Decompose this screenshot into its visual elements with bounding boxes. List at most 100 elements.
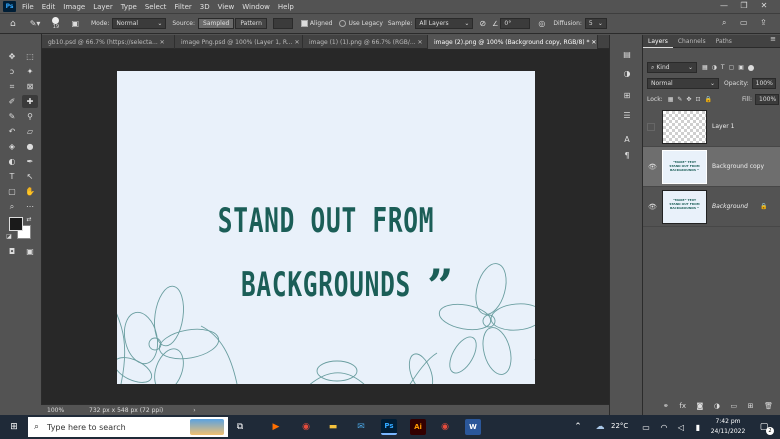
ignore-adjustment-icon[interactable]: ⊘ bbox=[479, 19, 486, 28]
minimize-button[interactable]: — bbox=[714, 1, 734, 10]
default-colors-icon[interactable]: ◪ bbox=[5, 232, 13, 240]
kind-filter-select[interactable]: ⌕ Kind ⌄ bbox=[647, 62, 697, 73]
new-layer-icon[interactable]: ⊞ bbox=[748, 402, 754, 410]
layer-name[interactable]: Layer 1 bbox=[712, 123, 734, 130]
temperature[interactable]: 22°C bbox=[611, 422, 628, 430]
google-meet-icon[interactable]: ▶ bbox=[268, 419, 284, 435]
menu-filter[interactable]: Filter bbox=[174, 3, 191, 11]
windows-start-icon[interactable]: ⊞ bbox=[6, 419, 22, 435]
eyedropper-tool-icon[interactable]: ✐ bbox=[4, 95, 20, 108]
layer-name[interactable]: Background bbox=[712, 203, 748, 210]
zoom-level[interactable]: 100% bbox=[47, 407, 83, 414]
marquee-tool-icon[interactable]: ⬚ bbox=[22, 50, 38, 63]
lock-position-icon[interactable]: ✥ bbox=[686, 96, 691, 103]
menu-file[interactable]: File bbox=[22, 3, 34, 11]
menu-view[interactable]: View bbox=[218, 3, 235, 11]
layer-row-background[interactable]: 👁 “MAKE” TEXT STAND OUT FROM BACKGROUNDS… bbox=[643, 187, 780, 227]
lock-artboard-icon[interactable]: ⊡ bbox=[695, 96, 700, 103]
eraser-tool-icon[interactable]: ▱ bbox=[22, 125, 38, 138]
pattern-picker-icon[interactable] bbox=[272, 18, 293, 29]
brush-tool-icon[interactable]: ✎ bbox=[4, 110, 20, 123]
zoom-tool-icon[interactable]: ⌕ bbox=[4, 200, 20, 213]
brush-preview-icon[interactable]: 19 bbox=[52, 17, 60, 30]
crop-tool-icon[interactable]: ⌗ bbox=[4, 80, 20, 93]
mode-select[interactable]: Normal ⌄ bbox=[112, 18, 167, 29]
tab-paths[interactable]: Paths bbox=[711, 35, 737, 48]
document-workspace[interactable]: STAND OUT FROM BACKGROUNDS ” bbox=[42, 49, 609, 404]
layer-row-background-copy[interactable]: 👁 “MAKE” TEXT STAND OUT FROM BACKGROUNDS… bbox=[643, 147, 780, 187]
taskbar-search-box[interactable]: ⌕ Type here to search bbox=[28, 417, 228, 437]
blur-tool-icon[interactable]: ● bbox=[22, 140, 38, 153]
tab-channels[interactable]: Channels bbox=[673, 35, 711, 48]
layer-name[interactable]: Background copy bbox=[712, 163, 764, 170]
foreground-color-swatch[interactable] bbox=[9, 217, 23, 231]
chrome-icon[interactable]: ◉ bbox=[298, 419, 314, 435]
status-menu-arrow[interactable]: › bbox=[193, 407, 195, 414]
eye-icon[interactable]: 👁 bbox=[648, 203, 657, 211]
tab-gb10[interactable]: gb10.psd @ 66.7% (https://selecta... ✕ bbox=[42, 35, 175, 49]
pen-tool-icon[interactable]: ✒ bbox=[22, 155, 38, 168]
tab-layers[interactable]: Layers bbox=[643, 35, 673, 48]
menu-select[interactable]: Select bbox=[145, 3, 167, 11]
chrome-icon[interactable]: ◉ bbox=[437, 419, 453, 435]
new-adjustment-icon[interactable]: ◑ bbox=[714, 402, 720, 410]
clone-source-panel-icon[interactable]: ▣ bbox=[71, 19, 79, 28]
history-brush-tool-icon[interactable]: ↶ bbox=[4, 125, 20, 138]
character-panel-icon[interactable]: A bbox=[619, 133, 635, 146]
menu-layer[interactable]: Layer bbox=[93, 3, 113, 11]
share-icon[interactable]: ⇪ bbox=[760, 18, 767, 27]
opacity-input[interactable]: 100% bbox=[751, 78, 776, 89]
tab-image-png[interactable]: image Png.psd @ 100% (Layer 1, R... ✕ bbox=[175, 35, 303, 49]
battery-icon[interactable]: ▮ bbox=[690, 419, 706, 435]
search-icon[interactable]: ⌕ bbox=[722, 18, 726, 28]
screen-mode-icon[interactable]: ▣ bbox=[22, 245, 38, 258]
libraries-panel-icon[interactable]: ☰ bbox=[619, 109, 635, 122]
source-sampled-button[interactable]: Sampled bbox=[198, 18, 235, 29]
close-button[interactable]: ✕ bbox=[754, 1, 774, 10]
adjustments-panel-icon[interactable]: ◑ bbox=[619, 67, 635, 80]
hand-tool-icon[interactable]: ✋ bbox=[22, 185, 38, 198]
filter-smart-object-icon[interactable]: ▣ bbox=[738, 64, 744, 71]
filter-pixel-icon[interactable]: ▦ bbox=[702, 64, 708, 71]
healing-brush-tool-icon[interactable]: ✚ bbox=[22, 95, 38, 108]
menu-image[interactable]: Image bbox=[63, 3, 85, 11]
paint-bucket-tool-icon[interactable]: ◈ bbox=[4, 140, 20, 153]
wifi-icon[interactable]: ◠ bbox=[656, 419, 672, 435]
visibility-toggle-hidden[interactable] bbox=[647, 122, 655, 131]
filter-toggle-icon[interactable] bbox=[747, 64, 754, 71]
filter-shape-icon[interactable]: ▢ bbox=[729, 64, 735, 71]
network-icon[interactable]: ▭ bbox=[638, 419, 654, 435]
menu-type[interactable]: Type bbox=[121, 3, 137, 11]
tab-image-1-1[interactable]: image (1) (1).png @ 66.7% (RGB/... ✕ bbox=[303, 35, 428, 49]
paragraph-panel-icon[interactable]: ¶ bbox=[619, 149, 635, 162]
speaker-icon[interactable]: ◁ bbox=[673, 419, 689, 435]
tab-image-2[interactable]: image (2).png @ 100% (Background copy, R… bbox=[428, 35, 598, 49]
healing-brush-preset-icon[interactable]: ✎▾ bbox=[30, 19, 41, 28]
home-icon[interactable]: ⌂ bbox=[10, 19, 16, 29]
new-group-icon[interactable]: ▭ bbox=[731, 402, 738, 410]
word-taskbar-icon[interactable]: W bbox=[465, 419, 481, 435]
document-canvas[interactable]: STAND OUT FROM BACKGROUNDS ” bbox=[117, 71, 535, 384]
menu-window[interactable]: Window bbox=[242, 3, 270, 11]
link-layers-icon[interactable]: ⚭ bbox=[663, 402, 669, 410]
dodge-tool-icon[interactable]: ◐ bbox=[4, 155, 20, 168]
eye-icon[interactable]: 👁 bbox=[648, 163, 657, 171]
swap-colors-icon[interactable]: ⇄ bbox=[24, 215, 34, 223]
filter-adjustment-icon[interactable]: ◑ bbox=[712, 64, 717, 71]
lasso-tool-icon[interactable]: ↄ bbox=[4, 65, 20, 78]
lock-all-icon[interactable]: 🔒 bbox=[704, 96, 711, 103]
clone-stamp-tool-icon[interactable]: ⚲ bbox=[22, 110, 38, 123]
filter-type-icon[interactable]: T bbox=[721, 64, 725, 71]
restore-button[interactable]: ❐ bbox=[734, 1, 754, 10]
photoshop-taskbar-icon[interactable]: Ps bbox=[381, 419, 397, 435]
menu-edit[interactable]: Edit bbox=[42, 3, 56, 11]
panel-menu-icon[interactable]: ≡ bbox=[770, 35, 776, 47]
layer-style-icon[interactable]: fx bbox=[679, 402, 686, 410]
move-tool-icon[interactable]: ✥ bbox=[4, 50, 20, 63]
workspace-icon[interactable]: ▭ bbox=[740, 18, 748, 27]
blend-mode-select[interactable]: Normal ⌄ bbox=[647, 78, 719, 89]
angle-input[interactable]: 0° bbox=[500, 18, 531, 29]
aligned-checkbox[interactable] bbox=[300, 20, 308, 27]
sample-select[interactable]: All Layers ⌄ bbox=[415, 18, 474, 29]
lock-pixels-icon[interactable]: ✎ bbox=[677, 96, 682, 103]
